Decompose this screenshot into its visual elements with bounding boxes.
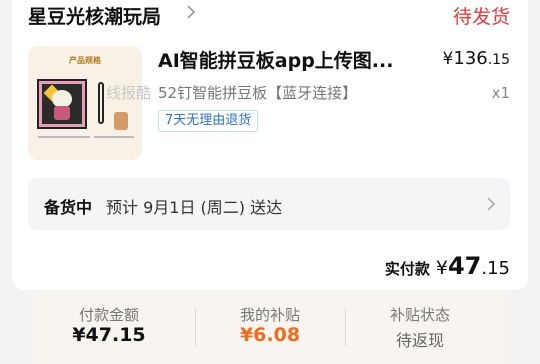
chevron-right-icon bbox=[187, 5, 196, 19]
shipping-status-bar[interactable]: 备货中 预计 9月1日 (周二) 送达 bbox=[28, 178, 510, 230]
summary-payment-amount: 付款金额 ¥47.15 bbox=[72, 306, 146, 346]
thumbnail-caption: 产品规格 bbox=[69, 56, 101, 65]
order-status: 待发货 bbox=[452, 6, 510, 28]
chevron-right-icon bbox=[487, 197, 496, 211]
shipping-status: 备货中 bbox=[44, 198, 93, 217]
product-spec: 52钉智能拼豆板【蓝牙连接】 bbox=[158, 84, 358, 102]
figure-image bbox=[114, 112, 128, 130]
amount-paid-label: 实付款 bbox=[384, 260, 430, 278]
summary-subsidy-status: 补贴状态 待返现 bbox=[389, 306, 450, 350]
product-price: ¥136.15 bbox=[442, 48, 510, 69]
pegboard-image bbox=[37, 79, 87, 129]
subsidy-summary-panel: 付款金额 ¥47.15 我的补贴 ¥6.08 补贴状态 待返现 bbox=[34, 290, 506, 364]
store-name[interactable]: 星豆光核潮玩局 bbox=[28, 2, 161, 29]
summary-my-subsidy: 我的补贴 ¥6.08 bbox=[239, 306, 301, 346]
product-thumbnail[interactable]: 产品规格 bbox=[28, 46, 142, 160]
watermark: 线报酷 bbox=[106, 84, 152, 102]
store-header[interactable]: 星豆光核潮玩局 待发货 bbox=[28, 0, 510, 30]
return-policy-tag: 7天无理由退货 bbox=[158, 110, 259, 132]
product-quantity: x1 bbox=[491, 84, 510, 102]
delivery-estimate: 预计 9月1日 (周二) 送达 bbox=[106, 198, 283, 217]
amount-paid: 实付款 ¥47.15 bbox=[384, 252, 510, 280]
order-card[interactable]: 星豆光核潮玩局 待发货 产品规格 AI智能拼豆板app上传图... ¥136.1… bbox=[12, 0, 528, 290]
cable-image bbox=[98, 82, 104, 124]
product-title[interactable]: AI智能拼豆板app上传图... bbox=[158, 46, 426, 73]
